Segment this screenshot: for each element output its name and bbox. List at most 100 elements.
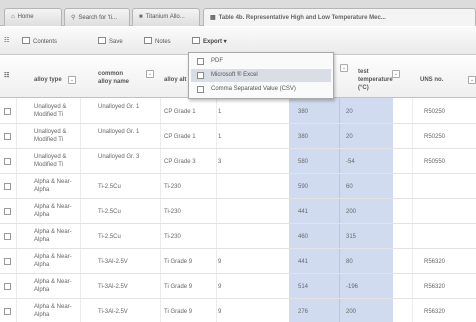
cell-alloy-type: Unalloyed & Modified Ti — [34, 129, 67, 143]
cell-uns-no: R56320 — [424, 309, 446, 315]
cell-value-1: 380 — [298, 134, 309, 140]
cell-common-alloy-name: Unalloyed Gr. 3 — [98, 154, 140, 160]
home-icon: ⌂ — [11, 14, 15, 20]
save-icon — [98, 37, 106, 44]
cell-uns-no: R56320 — [424, 284, 446, 290]
tab-bar: ⌂ Home ⚲ Search for 'ti... ■ Titanium Allo.… — [0, 0, 476, 26]
cell-test-temperature: 60 — [346, 184, 353, 190]
notes-button[interactable]: Notes — [144, 37, 171, 45]
tab-search[interactable]: ⚲ Search for 'ti... — [64, 8, 130, 26]
cell-common-alloy-name: Ti-3Al-2.5V — [98, 284, 128, 290]
search-icon: ⚲ — [71, 15, 76, 21]
tab-table-4b[interactable]: ▦ Table 4b. Representative High and Low T… — [203, 8, 476, 26]
cell-test-temperature: -54 — [346, 159, 355, 165]
contents-icon — [22, 37, 30, 44]
cell-alloy-alt-name: Ti Grade 9 — [164, 284, 193, 290]
cell-test-temperature: 200 — [346, 309, 357, 315]
cell-alloy-type: Unalloyed & Modified Ti — [34, 154, 67, 168]
cell-value-1: 590 — [298, 184, 309, 190]
table-row[interactable]: Alpha & Near-Alpha Ti-2.5Cu Ti-230 460 315 — [0, 224, 476, 249]
cell-test-temperature: -196 — [346, 284, 359, 290]
cell-value-1: 380 — [298, 109, 309, 115]
tab-label: Search for 'ti... — [78, 15, 117, 21]
export-label: Export ▾ — [203, 39, 227, 45]
cell-value-1: 580 — [298, 159, 309, 165]
cell-alloy-alt-number: 9 — [218, 284, 222, 290]
table-row[interactable]: Unalloyed & Modified Ti Unalloyed Gr. 1 CP… — [0, 99, 476, 124]
row-checkbox[interactable] — [4, 208, 11, 215]
header-common-alloy-name[interactable]: common alloy name — [98, 70, 138, 86]
menu-item-label: Comma Separated Value (CSV) — [211, 86, 296, 92]
table-row[interactable]: Alpha & Near-Alpha Ti-3Al-2.5V Ti Grade 9 9… — [0, 249, 476, 274]
cell-alloy-type: Alpha & Near-Alpha — [34, 254, 72, 268]
cell-uns-no: R50250 — [424, 134, 446, 140]
header-alloy-type[interactable]: alloy type — [34, 76, 62, 84]
cell-alloy-alt-name: CP Grade 1 — [164, 109, 196, 115]
row-checkbox[interactable] — [4, 108, 11, 115]
cell-test-temperature: 80 — [346, 259, 353, 265]
table-row[interactable]: Alpha & Near-Alpha Ti-3Al-2.5V Ti Grade 9 9… — [0, 299, 476, 322]
cell-test-temperature: 315 — [346, 234, 357, 240]
sort-test-temperature-2-button[interactable]: ⌄ — [392, 70, 400, 78]
excel-icon — [197, 72, 204, 79]
notes-label: Notes — [155, 39, 171, 45]
export-button[interactable]: Export ▾ — [192, 37, 227, 45]
csv-icon — [197, 86, 204, 93]
cell-value-1: 441 — [298, 209, 309, 215]
tab-titanium-alloys[interactable]: ■ Titanium Allo... — [132, 8, 200, 26]
row-checkbox[interactable] — [4, 258, 11, 265]
cell-common-alloy-name: Ti-2.5Cu — [98, 209, 121, 215]
cell-alloy-alt-name: CP Grade 1 — [164, 134, 196, 140]
row-checkbox[interactable] — [4, 308, 11, 315]
tab-label: Titanium Allo... — [145, 14, 185, 20]
cell-alloy-alt-name: Ti-230 — [164, 234, 181, 240]
cell-alloy-type: Alpha & Near-Alpha — [34, 229, 72, 243]
row-checkbox[interactable] — [4, 133, 11, 140]
sort-uns-no-button[interactable]: ⌄ — [468, 76, 476, 84]
row-checkbox[interactable] — [4, 183, 11, 190]
row-checkbox[interactable] — [4, 233, 11, 240]
cell-value-1: 460 — [298, 234, 309, 240]
contents-button[interactable]: Contents — [22, 37, 57, 45]
notes-icon — [144, 37, 152, 44]
header-uns-no[interactable]: UNS no. — [420, 76, 443, 84]
row-checkbox[interactable] — [4, 283, 11, 290]
export-dropdown-menu: PDF Microsoft ® Excel Comma Separated Va… — [188, 52, 334, 99]
cell-alloy-type: Alpha & Near-Alpha — [34, 179, 72, 193]
export-pdf-item[interactable]: PDF — [191, 55, 331, 68]
table-row[interactable]: Unalloyed & Modified Ti Unalloyed Gr. 1 CP… — [0, 124, 476, 149]
cell-value-1: 514 — [298, 284, 309, 290]
header-select-all-icon[interactable]: ☷ — [4, 72, 9, 80]
menu-item-label: PDF — [211, 58, 223, 64]
cell-value-1: 276 — [298, 309, 309, 315]
save-button[interactable]: Save — [98, 37, 123, 45]
cell-alloy-alt-name: Ti Grade 9 — [164, 259, 193, 265]
cell-common-alloy-name: Unalloyed Gr. 1 — [98, 104, 140, 110]
table-row[interactable]: Unalloyed & Modified Ti Unalloyed Gr. 3 CP… — [0, 149, 476, 174]
cell-alloy-alt-name: CP Grade 3 — [164, 159, 196, 165]
sort-alloy-type-button[interactable]: ⌄ — [68, 76, 76, 84]
export-csv-item[interactable]: Comma Separated Value (CSV) — [191, 83, 331, 96]
table-row[interactable]: Alpha & Near-Alpha Ti-2.5Cu Ti-230 590 60 — [0, 174, 476, 199]
header-alloy-alt[interactable]: alloy alt — [164, 76, 186, 84]
export-excel-item[interactable]: Microsoft ® Excel — [191, 69, 331, 82]
cell-common-alloy-name: Ti-2.5Cu — [98, 234, 121, 240]
grid-menu-icon[interactable]: ☷ — [4, 37, 9, 44]
sort-common-alloy-name-button[interactable]: ⌄ — [146, 70, 154, 78]
cell-common-alloy-name: Ti-3Al-2.5V — [98, 259, 128, 265]
menu-item-label: Microsoft ® Excel — [211, 72, 258, 78]
tab-home[interactable]: ⌂ Home — [4, 8, 62, 26]
cell-common-alloy-name: Ti-3Al-2.5V — [98, 309, 128, 315]
table-row[interactable]: Alpha & Near-Alpha Ti-2.5Cu Ti-230 441 200 — [0, 199, 476, 224]
row-checkbox[interactable] — [4, 158, 11, 165]
cell-alloy-type: Unalloyed & Modified Ti — [34, 104, 67, 118]
cell-uns-no: R56320 — [424, 259, 446, 265]
sort-test-temperature-button[interactable]: ⌄ — [340, 64, 348, 72]
cell-uns-no: R50250 — [424, 109, 446, 115]
cell-alloy-type: Alpha & Near-Alpha — [34, 279, 72, 293]
contents-label: Contents — [33, 39, 58, 45]
cell-test-temperature: 20 — [346, 134, 353, 140]
tab-label: Home — [17, 14, 34, 20]
cell-alloy-type: Alpha & Near-Alpha — [34, 204, 72, 218]
table-row[interactable]: Alpha & Near-Alpha Ti-3Al-2.5V Ti Grade 9 9… — [0, 274, 476, 299]
